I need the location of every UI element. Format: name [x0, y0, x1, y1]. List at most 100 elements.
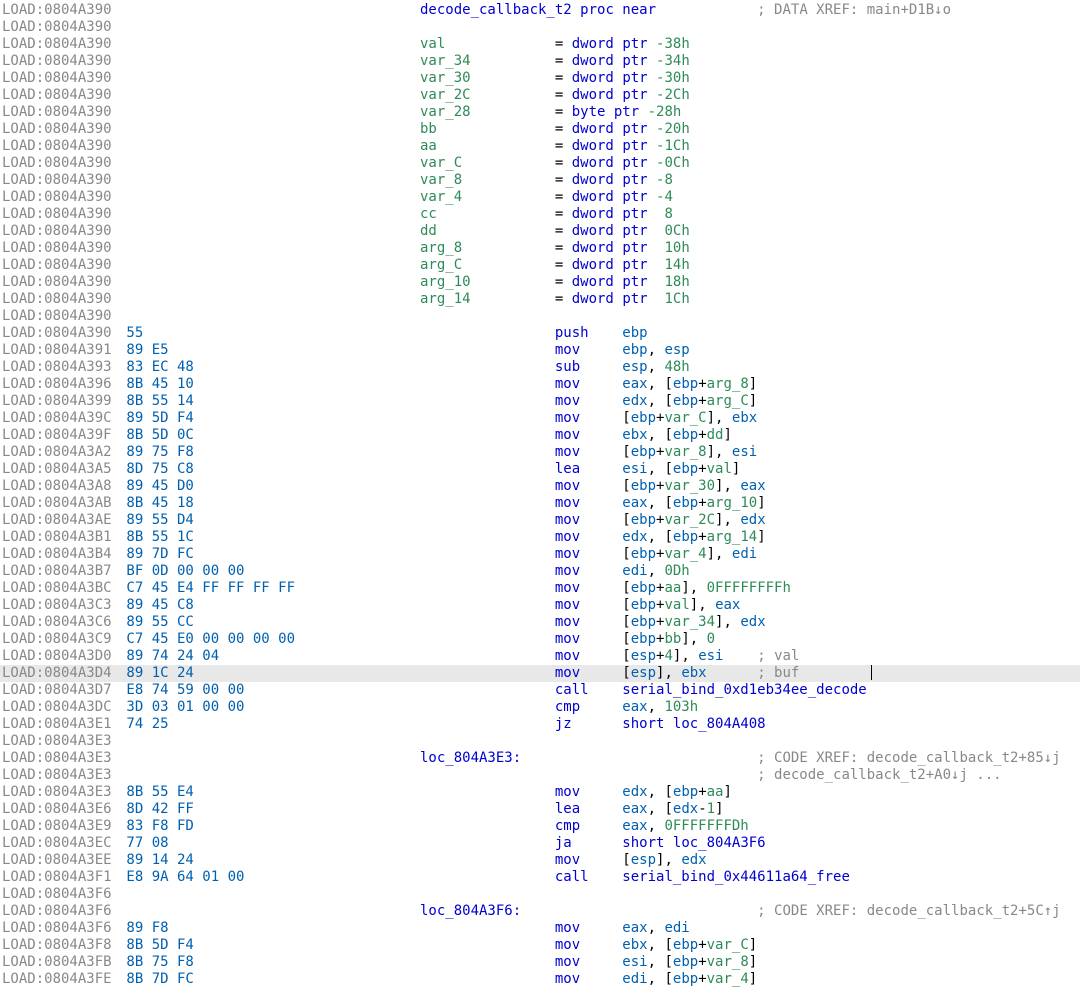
address: LOAD:0804A3EE: [2, 852, 118, 869]
var-type: dword: [572, 36, 614, 52]
operand-reg: edi: [622, 971, 647, 987]
instruction-bytes: 3D 03 01 00 00: [118, 699, 420, 716]
var-offset: -30h: [656, 70, 690, 86]
instruction-row[interactable]: LOAD:0804A3E9 83 F8 FD cmp eax, 0FFFFFFF…: [0, 818, 1080, 835]
mnemonic: mov: [555, 529, 622, 545]
instruction-row[interactable]: LOAD:0804A3B7 BF 0D 00 00 00 mov edi, 0D…: [0, 563, 1080, 580]
operand-var: var_C: [664, 410, 706, 426]
address: LOAD:0804A3F6: [2, 903, 118, 920]
address: LOAD:0804A390: [2, 70, 118, 87]
code-label[interactable]: LOAD:0804A3E3loc_804A3E3: ; CODE XREF: d…: [0, 750, 1080, 767]
operand-p: ,: [648, 920, 665, 936]
operand-reg: ebp: [631, 597, 656, 613]
instruction-row[interactable]: LOAD:0804A3C3 89 45 C8 mov [ebp+val], ea…: [0, 597, 1080, 614]
instruction-row[interactable]: LOAD:0804A3E1 74 25 jz short loc_804A408: [0, 716, 1080, 733]
instruction-row[interactable]: LOAD:0804A39C 89 5D F4 mov [ebp+var_C], …: [0, 410, 1080, 427]
var-offset: -34h: [656, 53, 690, 69]
operand-p: ]: [749, 954, 757, 970]
instruction-row[interactable]: LOAD:0804A390 55 push ebp: [0, 325, 1080, 342]
operand-reg: esi: [732, 444, 757, 460]
instruction-row[interactable]: LOAD:0804A3B1 8B 55 1C mov edx, [ebp+arg…: [0, 529, 1080, 546]
var-type: dword: [572, 87, 614, 103]
instruction-row[interactable]: LOAD:0804A3A5 8D 75 C8 lea esi, [ebp+val…: [0, 461, 1080, 478]
instruction-bytes: 89 5D F4: [118, 410, 420, 427]
operand-p: , [: [648, 393, 673, 409]
operand-reg: eax: [740, 478, 765, 494]
instruction-row[interactable]: LOAD:0804A393 83 EC 48 sub esp, 48h: [0, 359, 1080, 376]
operand-reg: eax: [715, 597, 740, 613]
operand-reg: ebp: [622, 325, 647, 341]
mnemonic: push: [555, 325, 622, 341]
instruction-row[interactable]: LOAD:0804A3FE 8B 7D FC mov edi, [ebp+var…: [0, 971, 1080, 988]
operand-reg: ebx: [681, 665, 706, 681]
code-label[interactable]: LOAD:0804A3F6loc_804A3F6: ; CODE XREF: d…: [0, 903, 1080, 920]
address: LOAD:0804A3E3: [2, 750, 118, 767]
operand-reg: ebp: [673, 393, 698, 409]
address: LOAD:0804A390: [2, 2, 118, 19]
operand-p: ],: [707, 546, 732, 562]
operand-reg: edx: [740, 614, 765, 630]
instruction-row[interactable]: LOAD:0804A3D4 89 1C 24 mov [esp], ebx ; …: [0, 665, 1080, 682]
xref-line[interactable]: LOAD:0804A3E3 ; decode_callback_t2+A0↓j …: [0, 767, 1080, 784]
operand-reg: esi: [622, 461, 647, 477]
operand-reg: eax: [622, 376, 647, 392]
instruction-row[interactable]: LOAD:0804A39F 8B 5D 0C mov ebx, [ebp+dd]: [0, 427, 1080, 444]
instruction-row[interactable]: LOAD:0804A396 8B 45 10 mov eax, [ebp+arg…: [0, 376, 1080, 393]
var-name: val: [420, 36, 555, 52]
instruction-bytes: 55: [118, 325, 420, 342]
instruction-bytes: 83 EC 48: [118, 359, 420, 376]
instruction-row[interactable]: LOAD:0804A3F6 89 F8 mov eax, edi: [0, 920, 1080, 937]
operand-reg: eax: [622, 699, 647, 715]
mnemonic: lea: [555, 801, 622, 817]
instruction-row[interactable]: LOAD:0804A399 8B 55 14 mov edx, [ebp+arg…: [0, 393, 1080, 410]
address: LOAD:0804A390: [2, 325, 118, 342]
instruction-row[interactable]: LOAD:0804A3AB 8B 45 18 mov eax, [ebp+arg…: [0, 495, 1080, 512]
var-decl: LOAD:0804A390aa = dword ptr -1Ch: [0, 138, 1080, 155]
instruction-bytes: BF 0D 00 00 00: [118, 563, 420, 580]
instruction-bytes: 8B 55 14: [118, 393, 420, 410]
instruction-row[interactable]: LOAD:0804A3DC 3D 03 01 00 00 cmp eax, 10…: [0, 699, 1080, 716]
instruction-row[interactable]: LOAD:0804A3AE 89 55 D4 mov [ebp+var_2C],…: [0, 512, 1080, 529]
instruction-bytes: 8B 7D FC: [118, 971, 420, 988]
operand-reg: ebp: [673, 937, 698, 953]
operand-p: ,: [648, 699, 665, 715]
instruction-row[interactable]: LOAD:0804A3A2 89 75 F8 mov [ebp+var_8], …: [0, 444, 1080, 461]
instruction-row[interactable]: LOAD:0804A3F8 8B 5D F4 mov ebx, [ebp+var…: [0, 937, 1080, 954]
mnemonic: mov: [555, 342, 622, 358]
var-type: dword: [572, 138, 614, 154]
var-offset: -2Ch: [656, 87, 690, 103]
instruction-row[interactable]: LOAD:0804A3F1 E8 9A 64 01 00 call serial…: [0, 869, 1080, 886]
instruction-row[interactable]: LOAD:0804A3A8 89 45 D0 mov [ebp+var_30],…: [0, 478, 1080, 495]
operand-reg: edx: [673, 801, 698, 817]
instruction-row[interactable]: LOAD:0804A3B4 89 7D FC mov [ebp+var_4], …: [0, 546, 1080, 563]
instruction-row[interactable]: LOAD:0804A3C6 89 55 CC mov [ebp+var_34],…: [0, 614, 1080, 631]
instruction-row[interactable]: LOAD:0804A3C9 C7 45 E0 00 00 00 00 mov […: [0, 631, 1080, 648]
instruction-row[interactable]: LOAD:0804A3BC C7 45 E4 FF FF FF FF mov […: [0, 580, 1080, 597]
instruction-bytes: E8 9A 64 01 00: [118, 869, 420, 886]
instruction-row[interactable]: LOAD:0804A3E6 8D 42 FF lea eax, [edx-1]: [0, 801, 1080, 818]
operand-p: [: [622, 665, 630, 681]
address: LOAD:0804A390: [2, 138, 118, 155]
address: LOAD:0804A390: [2, 121, 118, 138]
var-decl: LOAD:0804A390var_28 = byte ptr -28h: [0, 104, 1080, 121]
proc-decl: decode_callback_t2 proc near ; DATA XREF…: [420, 2, 951, 19]
mnemonic: mov: [555, 580, 622, 596]
var-name: bb: [420, 121, 555, 137]
address: LOAD:0804A3AB: [2, 495, 118, 512]
address: LOAD:0804A390: [2, 240, 118, 257]
instruction-row[interactable]: LOAD:0804A3D7 E8 74 59 00 00 call serial…: [0, 682, 1080, 699]
operand-key: short: [622, 835, 664, 851]
instruction-row[interactable]: LOAD:0804A3FB 8B 75 F8 mov esi, [ebp+var…: [0, 954, 1080, 971]
instruction-row[interactable]: LOAD:0804A3EE 89 14 24 mov [esp], edx: [0, 852, 1080, 869]
blank-line[interactable]: LOAD:0804A3F6: [0, 886, 1080, 903]
blank-line[interactable]: LOAD:0804A3E3: [0, 733, 1080, 750]
operand-p: [: [622, 597, 630, 613]
operand-reg: edi: [664, 920, 689, 936]
operand-p: , [: [648, 971, 673, 987]
instruction-row[interactable]: LOAD:0804A3D0 89 74 24 04 mov [esp+4], e…: [0, 648, 1080, 665]
instruction-row[interactable]: LOAD:0804A3E3 8B 55 E4 mov edx, [ebp+aa]: [0, 784, 1080, 801]
instruction-row[interactable]: LOAD:0804A3EC 77 08 ja short loc_804A3F6: [0, 835, 1080, 852]
label: loc_804A3F6:: [420, 903, 521, 919]
instruction-row[interactable]: LOAD:0804A391 89 E5 mov ebp, esp: [0, 342, 1080, 359]
disassembly-listing[interactable]: LOAD:0804A390 decode_callback_t2 proc nea…: [0, 0, 1080, 988]
